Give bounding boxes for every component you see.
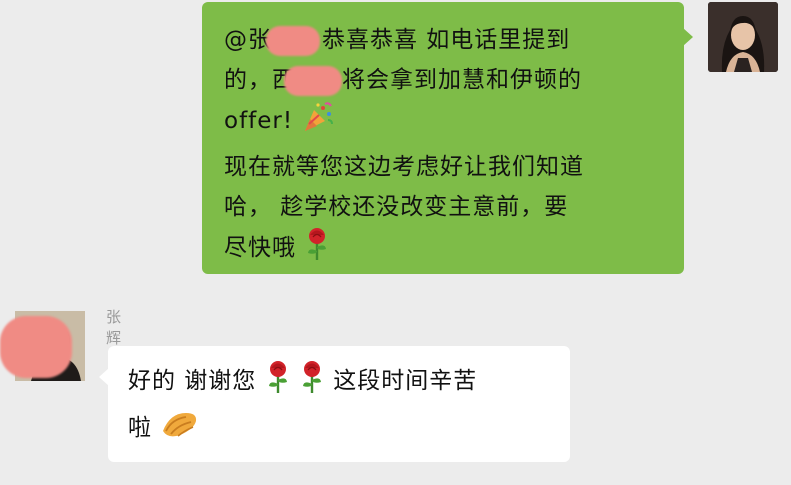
message-line: 现在就等您这边考虑好让我们知道 [224,154,584,180]
outgoing-message-bubble[interactable]: @张 恭喜恭喜 如电话里提到 的，西 将会拿到加慧和伊顿的 offer! 现在就… [202,2,693,274]
message-text-segment: @张 [224,27,272,53]
sender-name: 张辉 [106,308,123,347]
message-line: 啦 [128,407,550,454]
message-line: 尽快哦 [224,227,662,274]
message-text-segment: 尽快哦 [224,235,296,261]
redaction-blur [284,65,342,96]
incoming-message-bubble[interactable]: 好的 谢谢您 这段时间辛苦 啦 [99,346,570,462]
message-line: @张 恭喜恭喜 如电话里提到 [224,20,662,60]
rose-icon [265,360,291,407]
message-text-segment: offer! [224,108,294,134]
message-line: offer! [224,100,662,147]
bread-icon [160,407,200,454]
message-line: 好的 谢谢您 这段时间辛苦 [128,360,550,407]
message-text-segment: 好的 谢谢您 [128,368,257,394]
party-popper-icon [301,100,335,147]
message-text-segment: 这段时间辛苦 [324,368,478,394]
outgoing-message-text: @张 恭喜恭喜 如电话里提到 的，西 将会拿到加慧和伊顿的 offer! 现在就… [224,20,662,274]
message-text-segment: 将会拿到加慧和伊顿的 [342,67,582,93]
message-line: 哈， 趁学校还没改变主意前，要 [224,194,569,220]
message-line: 的，西 将会拿到加慧和伊顿的 [224,60,662,100]
incoming-message-text: 好的 谢谢您 这段时间辛苦 啦 [128,360,550,454]
redaction-blur [266,25,320,56]
rose-icon [299,360,325,407]
redaction-blur [0,316,72,378]
avatar[interactable] [708,2,778,72]
message-text-segment: 恭喜恭喜 如电话里提到 [322,27,571,53]
user-avatar-image [708,2,778,72]
message-text-segment: 啦 [128,415,152,441]
rose-icon [304,227,330,274]
